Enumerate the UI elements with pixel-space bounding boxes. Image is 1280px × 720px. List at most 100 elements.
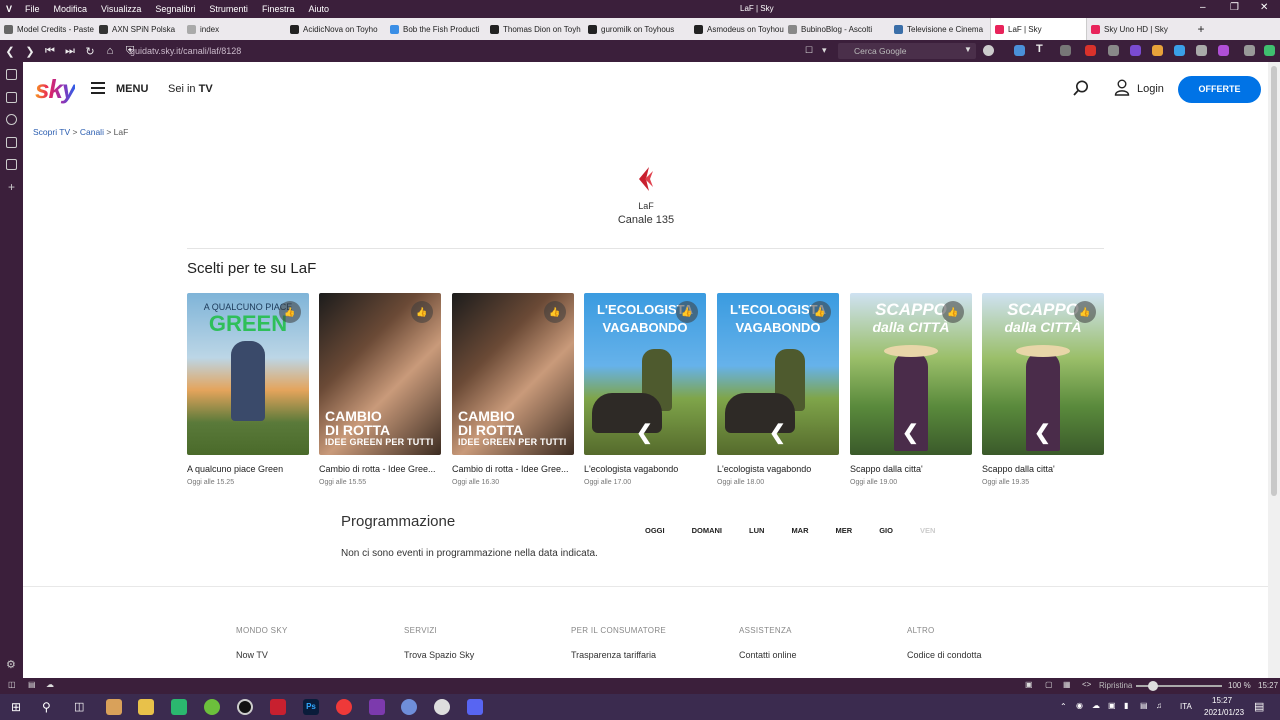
cloud-sync-icon[interactable]: ☁: [46, 680, 54, 689]
menu-modifica[interactable]: Modifica: [47, 4, 95, 14]
bookmark-item[interactable]: Bob the Fish Producti: [386, 18, 486, 40]
footer-link[interactable]: Contatti online: [739, 650, 797, 660]
search-taskbar-icon[interactable]: ⚲: [42, 700, 51, 714]
notifications-icon[interactable]: ▤: [1254, 700, 1264, 713]
user-icon[interactable]: [1114, 79, 1130, 96]
settings-gear-icon[interactable]: ⚙: [6, 658, 16, 671]
bookmark-item[interactable]: LaF | Sky: [990, 18, 1087, 40]
program-title[interactable]: A qualcuno piace Green: [187, 464, 309, 474]
program-card[interactable]: L'ECOLOGISTA VAGABONDO ❮ 👍 L'ecologista vaga…: [717, 293, 839, 486]
hamburger-menu-icon[interactable]: [91, 82, 105, 94]
window-panel-icon[interactable]: [6, 159, 17, 170]
extension-icon-4[interactable]: [1152, 45, 1163, 56]
reload-icon[interactable]: ↻: [80, 45, 100, 58]
thumbs-up-icon[interactable]: 👍: [279, 301, 301, 323]
day-tab[interactable]: GIO: [879, 526, 893, 535]
scrollbar-thumb[interactable]: [1271, 66, 1277, 496]
program-title[interactable]: Scappo dalla citta': [982, 464, 1104, 474]
program-thumbnail[interactable]: CAMBIODI ROTTAIDEE GREEN PER TUTTI❮👍: [452, 293, 574, 455]
dropdown-icon[interactable]: ▾: [822, 45, 827, 56]
sky-logo[interactable]: sky: [35, 74, 76, 105]
program-title[interactable]: L'ecologista vagabondo: [584, 464, 706, 474]
app-icon-1[interactable]: [106, 699, 122, 715]
page-scrollbar[interactable]: [1268, 62, 1280, 678]
program-title[interactable]: Cambio di rotta - Idee Gree...: [452, 464, 574, 474]
app-icon-4[interactable]: [204, 699, 220, 715]
add-panel-icon[interactable]: +: [8, 180, 15, 194]
bookmark-item[interactable]: guromilk on Toyhous: [584, 18, 690, 40]
home-icon[interactable]: ⌂: [100, 45, 120, 57]
new-tab-plus-icon[interactable]: +: [1187, 18, 1215, 40]
menu-segnalibri[interactable]: Segnalibri: [148, 4, 202, 14]
program-card[interactable]: SCAPPO dalla CITTÀ ❮ 👍 Scappo dalla citta' Og…: [850, 293, 972, 486]
breadcrumb-scopri-tv[interactable]: Scopri TV: [33, 127, 70, 137]
footer-link[interactable]: Trova Spazio Sky: [404, 650, 474, 660]
vivaldi-logo-icon[interactable]: V: [0, 0, 18, 18]
minimize-icon[interactable]: –: [1200, 2, 1206, 13]
search-field[interactable]: Cerca Google: [838, 43, 976, 59]
task-view-icon[interactable]: ◫: [74, 700, 84, 713]
volume-icon[interactable]: ♫: [1156, 701, 1162, 710]
thumbs-up-icon[interactable]: 👍: [544, 301, 566, 323]
extension-icon-6[interactable]: [1196, 45, 1207, 56]
history-panel-icon[interactable]: [6, 114, 17, 125]
bookmark-item[interactable]: AcidicNova on Toyho: [286, 18, 386, 40]
vivaldi-taskbar-icon[interactable]: [270, 699, 286, 715]
tiling-icon[interactable]: ▤: [28, 680, 36, 689]
extension-badge-icon[interactable]: [1085, 45, 1096, 56]
back-icon[interactable]: ❮: [0, 45, 20, 58]
menu-file[interactable]: File: [18, 4, 47, 14]
day-tab[interactable]: MER: [836, 526, 853, 535]
thumbs-up-icon[interactable]: 👍: [676, 301, 698, 323]
extension-icon-7[interactable]: [1218, 45, 1229, 56]
menu-visualizza[interactable]: Visualizza: [94, 4, 148, 14]
program-card[interactable]: SCAPPO dalla CITTÀ ❮ 👍 Scappo dalla citta' Og…: [982, 293, 1104, 486]
app-icon-11[interactable]: [434, 699, 450, 715]
app-icon-5[interactable]: [237, 699, 253, 715]
bookmark-item[interactable]: Model Credits - Paste: [0, 18, 95, 40]
offerte-button[interactable]: OFFERTE: [1178, 76, 1261, 103]
login-link[interactable]: Login: [1137, 83, 1164, 95]
program-thumbnail[interactable]: SCAPPO dalla CITTÀ ❮ 👍: [850, 293, 972, 455]
rewind-icon[interactable]: ⏮: [40, 45, 60, 58]
extension-pen-icon[interactable]: [1060, 45, 1071, 56]
camera-icon[interactable]: ▣: [1025, 680, 1033, 689]
vivaldi-icon[interactable]: [336, 699, 352, 715]
bookmark-item[interactable]: Asmodeus on Toyhou: [690, 18, 784, 40]
restore-icon[interactable]: ❐: [1230, 2, 1239, 13]
forward-icon[interactable]: ❯: [20, 45, 40, 58]
breadcrumb-canali[interactable]: Canali: [80, 127, 104, 137]
bookmark-item[interactable]: index: [183, 18, 286, 40]
day-tab[interactable]: LUN: [749, 526, 764, 535]
tray-chevron-icon[interactable]: ⌃: [1060, 702, 1067, 711]
thumbs-up-icon[interactable]: 👍: [411, 301, 433, 323]
discord-icon[interactable]: [467, 699, 483, 715]
bookmark-item[interactable]: Sky Uno HD | Sky: [1087, 18, 1187, 40]
code-icon[interactable]: <>: [1082, 680, 1091, 689]
bookmark-item[interactable]: AXN SPiN Polska: [95, 18, 183, 40]
extension-icon-5[interactable]: [1174, 45, 1185, 56]
menu-strumenti[interactable]: Strumenti: [202, 4, 255, 14]
thumbs-up-icon[interactable]: 👍: [809, 301, 831, 323]
extension-t-icon[interactable]: T: [1036, 43, 1047, 55]
extension-icon-2[interactable]: [1108, 45, 1119, 56]
extension-icon[interactable]: [1014, 45, 1025, 56]
app-icon-9[interactable]: [369, 699, 385, 715]
program-thumbnail[interactable]: A QUALCUNO PIACE GREEN 👍: [187, 293, 309, 455]
fast-forward-icon[interactable]: ⏭: [60, 45, 80, 58]
menu-finestra[interactable]: Finestra: [255, 4, 302, 14]
tray-icon-1[interactable]: ◉: [1076, 701, 1083, 710]
profile-avatar[interactable]: [983, 45, 994, 56]
program-thumbnail[interactable]: L'ECOLOGISTA VAGABONDO ❮ 👍: [717, 293, 839, 455]
program-thumbnail[interactable]: CAMBIODI ROTTAIDEE GREEN PER TUTTI❮👍: [319, 293, 441, 455]
notes-panel-icon[interactable]: [6, 137, 17, 148]
battery-icon[interactable]: ▮: [1124, 701, 1128, 710]
url-field[interactable]: guidatv.sky.it/canali/laf/8128: [130, 46, 241, 56]
zoom-slider-handle[interactable]: [1148, 681, 1158, 691]
program-title[interactable]: Scappo dalla citta': [850, 464, 972, 474]
footer-link[interactable]: Codice di condotta: [907, 650, 982, 660]
bookmark-item[interactable]: Thomas Dion on Toyh: [486, 18, 584, 40]
thumbs-up-icon[interactable]: 👍: [942, 301, 964, 323]
extension-icon-9[interactable]: [1264, 45, 1275, 56]
extension-icon-3[interactable]: [1130, 45, 1141, 56]
